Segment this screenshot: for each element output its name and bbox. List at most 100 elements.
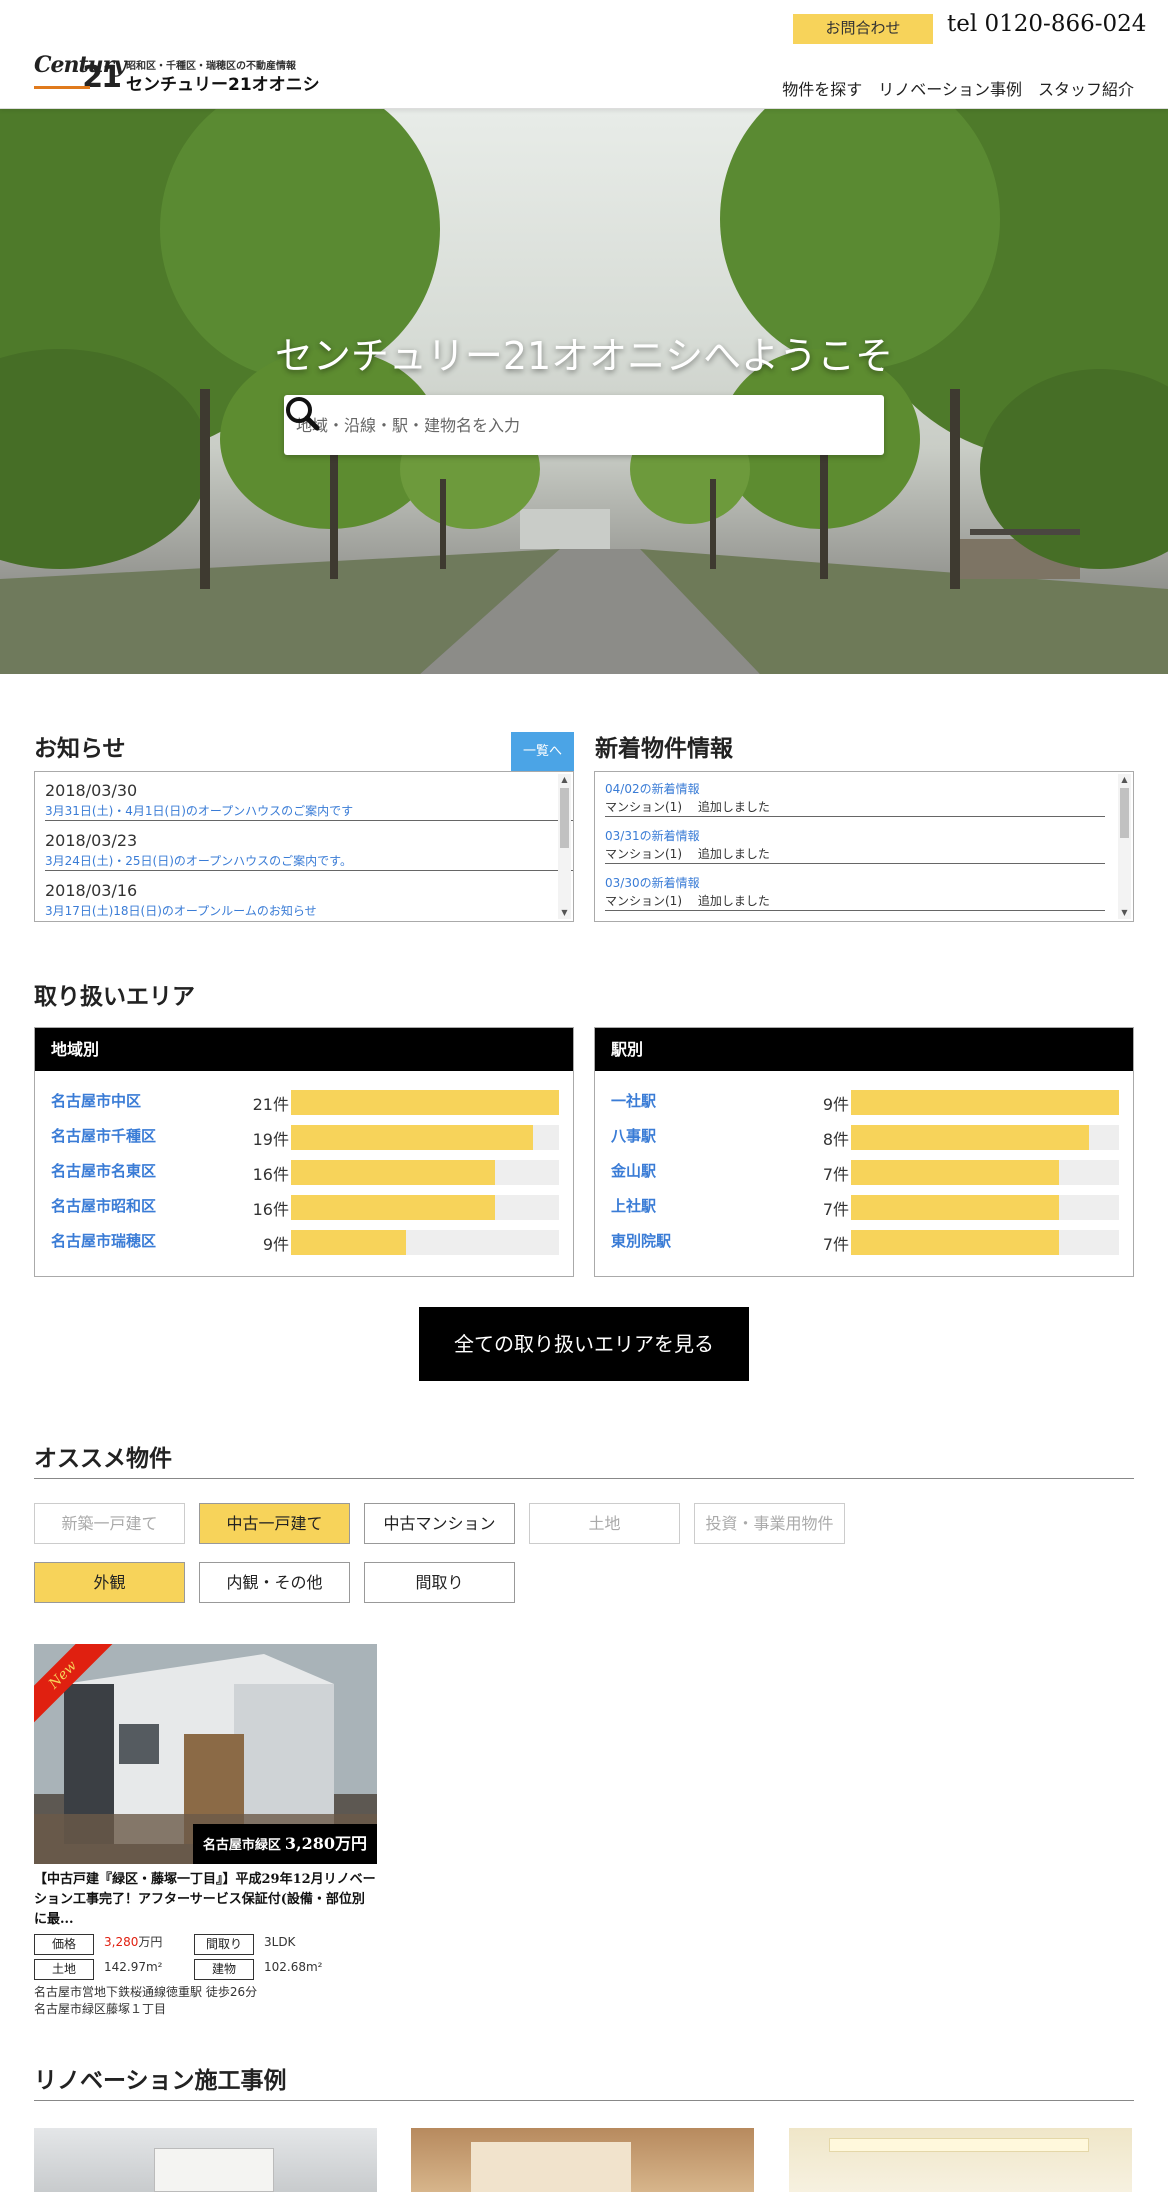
area-name-link[interactable]: 名古屋市昭和区: [51, 1195, 156, 1216]
news-link[interactable]: 3月24日(土)・25日(日)のオープンハウスのご案内です。: [45, 852, 573, 870]
area-bar-track: [851, 1125, 1119, 1150]
category-filter-button[interactable]: 投資・事業用物件: [694, 1503, 845, 1544]
category-filter-button[interactable]: 新築一戸建て: [34, 1503, 185, 1544]
property-photo[interactable]: New 名古屋市緑区 3,280万円: [34, 1644, 377, 1864]
scrollbar-thumb[interactable]: [560, 788, 569, 848]
main-nav: 物件を探す リノベーション事例 スタッフ紹介: [782, 76, 1134, 100]
new-properties-scrollbar[interactable]: ▲ ▼: [1118, 774, 1131, 919]
photo-price-tag: 名古屋市緑区 3,280万円: [192, 1824, 377, 1864]
scroll-down-arrow-icon[interactable]: ▼: [558, 907, 571, 919]
area-name-link[interactable]: 名古屋市瑞穂区: [51, 1230, 156, 1251]
renovation-photo[interactable]: [411, 2128, 754, 2192]
area-name-link[interactable]: 金山駅: [611, 1160, 656, 1181]
renovation-title: リノベーション施工事例: [34, 2067, 287, 2094]
area-bar-track: [291, 1195, 559, 1220]
new-property-item[interactable]: 03/31の新着情報 マンション(1) 追加しました: [605, 827, 1105, 864]
area-region-panel: 地域別 名古屋市中区 21件 名古屋市千種区 19件 名古屋市名東区 16件 名古屋市昭和区…: [34, 1027, 574, 1277]
area-row[interactable]: 東別院駅 7件: [611, 1228, 1133, 1255]
spec-layout-value: 3LDK: [264, 1935, 296, 1949]
contact-button[interactable]: お問合わせ: [793, 14, 933, 44]
property-card[interactable]: New 名古屋市緑区 3,280万円 【中古戸建『緑区・藤塚一丁目』】平成29年1…: [34, 1644, 377, 2018]
hero-tree-lined-street-image: [0, 109, 1168, 674]
area-row[interactable]: 名古屋市昭和区 16件: [51, 1193, 573, 1220]
area-count: 7件: [822, 1165, 849, 1184]
new-properties-list[interactable]: 04/02の新着情報 マンション(1) 追加しました 03/31の新着情報 マン…: [594, 771, 1134, 922]
renovation-photo[interactable]: [789, 2128, 1132, 2192]
hero-title: センチュリー21オオニシへようこそ: [274, 334, 894, 378]
area-row[interactable]: 名古屋市千種区 19件: [51, 1123, 573, 1150]
area-row[interactable]: 名古屋市中区 21件: [51, 1088, 573, 1115]
all-areas-button[interactable]: 全ての取り扱いエリアを見る: [419, 1307, 749, 1381]
phone-number[interactable]: tel 0120-866-024: [947, 11, 1146, 37]
spec-price-value: 3,280万円: [104, 1932, 162, 1953]
scroll-up-arrow-icon[interactable]: ▲: [558, 774, 571, 786]
scroll-up-arrow-icon[interactable]: ▲: [1118, 774, 1131, 786]
category-filter-button[interactable]: 中古一戸建て: [199, 1503, 350, 1544]
area-bar-fill: [851, 1125, 1090, 1150]
new-property-item[interactable]: 04/02の新着情報 マンション(1) 追加しました: [605, 780, 1105, 817]
property-title[interactable]: 【中古戸建『緑区・藤塚一丁目』】平成29年12月リノベーション工事完了！アフター…: [34, 1870, 377, 1930]
nav-renovation[interactable]: リノベーション事例: [878, 76, 1022, 100]
search-icon[interactable]: [284, 395, 320, 431]
area-name-link[interactable]: 上社駅: [611, 1195, 656, 1216]
logo-company-name: センチュリー21オオニシ: [126, 75, 320, 95]
hero-search-input[interactable]: [284, 395, 804, 455]
scrollbar-thumb[interactable]: [1120, 788, 1129, 838]
area-name-link[interactable]: 名古屋市名東区: [51, 1160, 156, 1181]
spec-layout-label: 間取り: [194, 1934, 254, 1955]
renovation-photo[interactable]: [34, 2128, 377, 2192]
news-item[interactable]: 2018/03/30 3月31日(土)・4月1日(日)のオープンハウスのご案内で…: [45, 780, 573, 821]
spec-land-value: 142.97m²: [104, 1960, 163, 1974]
price-unit: 万円: [138, 1935, 163, 1949]
area-name-link[interactable]: 名古屋市中区: [51, 1090, 141, 1111]
century21-logo-mark: Century 21: [34, 52, 126, 96]
hero-banner: センチュリー21オオニシへようこそ: [0, 109, 1168, 674]
category-filter-button[interactable]: 中古マンション: [364, 1503, 515, 1544]
area-bar-track: [851, 1160, 1119, 1185]
site-logo[interactable]: Century 21 昭和区・千種区・瑞穂区の不動産情報 センチュリー21オオニ…: [34, 52, 320, 96]
price-number: 3,280: [104, 1935, 139, 1949]
new-property-date[interactable]: 03/31の新着情報: [605, 827, 1105, 845]
scroll-down-arrow-icon[interactable]: ▼: [1118, 907, 1131, 919]
section-divider: [34, 2100, 1134, 2101]
area-row[interactable]: 金山駅 7件: [611, 1158, 1133, 1185]
spec-building-value: 102.68m²: [264, 1960, 323, 1974]
area-row[interactable]: 上社駅 7件: [611, 1193, 1133, 1220]
news-list[interactable]: 2018/03/30 3月31日(土)・4月1日(日)のオープンハウスのご案内で…: [34, 771, 574, 922]
news-scrollbar[interactable]: ▲ ▼: [558, 774, 571, 919]
area-row[interactable]: 名古屋市瑞穂区 9件: [51, 1228, 573, 1255]
new-property-date[interactable]: 04/02の新着情報: [605, 780, 1105, 798]
area-bar-track: [291, 1125, 559, 1150]
area-bar-fill: [851, 1090, 1119, 1115]
news-date: 2018/03/16: [45, 881, 138, 900]
logo-text: 昭和区・千種区・瑞穂区の不動産情報 センチュリー21オオニシ: [126, 60, 320, 96]
view-filter-button[interactable]: 間取り: [364, 1562, 515, 1603]
news-link[interactable]: 3月17日(土)18日(日)のオープンルームのお知らせ: [45, 902, 573, 920]
area-name-link[interactable]: 八事駅: [611, 1125, 656, 1146]
area-bar-track: [851, 1195, 1119, 1220]
view-filter-button[interactable]: 内観・その他: [199, 1562, 350, 1603]
nav-search-property[interactable]: 物件を探す: [782, 76, 862, 100]
view-filter-button[interactable]: 外観: [34, 1562, 185, 1603]
news-link[interactable]: 3月31日(土)・4月1日(日)のオープンハウスのご案内です: [45, 802, 573, 820]
area-bar-fill: [851, 1195, 1060, 1220]
new-property-item[interactable]: 03/30の新着情報 マンション(1) 追加しました: [605, 874, 1105, 911]
news-item[interactable]: 2018/03/16 3月17日(土)18日(日)のオープンルームのお知らせ: [45, 880, 573, 920]
area-row[interactable]: 八事駅 8件: [611, 1123, 1133, 1150]
area-name-link[interactable]: 名古屋市千種区: [51, 1125, 156, 1146]
nav-staff[interactable]: スタッフ紹介: [1038, 76, 1134, 100]
renovation-photo-detail: [154, 2148, 274, 2192]
photo-area-label: 名古屋市緑区: [202, 1838, 281, 1853]
area-count: 19件: [252, 1130, 289, 1149]
area-name-link[interactable]: 一社駅: [611, 1090, 656, 1111]
category-filter-button[interactable]: 土地: [529, 1503, 680, 1544]
news-list-button[interactable]: 一覧へ: [511, 732, 574, 771]
recommended-title: オススメ物件: [34, 1445, 172, 1472]
area-name-link[interactable]: 東別院駅: [611, 1230, 671, 1251]
new-property-date[interactable]: 03/30の新着情報: [605, 874, 1105, 892]
area-bar-fill: [291, 1090, 559, 1115]
area-row[interactable]: 名古屋市名東区 16件: [51, 1158, 573, 1185]
news-item[interactable]: 2018/03/23 3月24日(土)・25日(日)のオープンハウスのご案内です…: [45, 830, 573, 871]
area-row[interactable]: 一社駅 9件: [611, 1088, 1133, 1115]
new-property-desc: マンション(1) 追加しました: [605, 800, 770, 814]
